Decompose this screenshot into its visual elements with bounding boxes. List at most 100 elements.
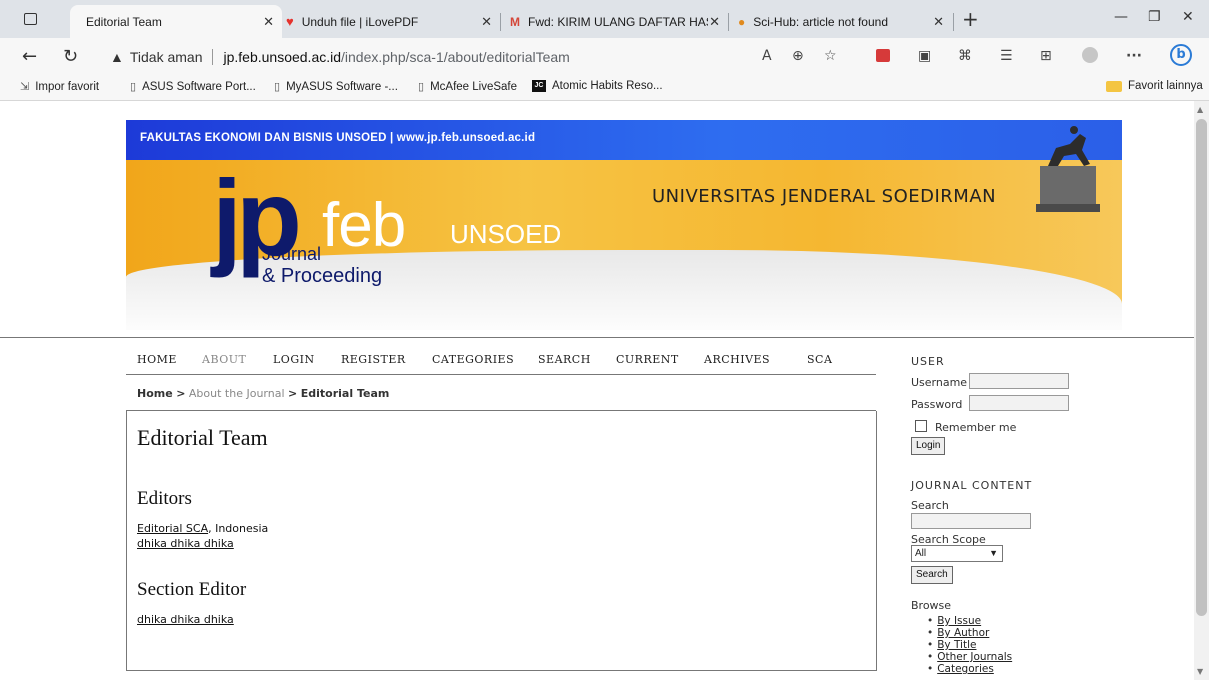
bookmark-mcafee[interactable]: ▯ McAfee LiveSafe xyxy=(418,80,517,94)
password-label: Password xyxy=(911,398,963,411)
refresh-icon[interactable]: ↻ xyxy=(63,46,78,67)
url-field[interactable]: ▲ Tidak aman jp.feb.unsoed.ac.id/index.p… xyxy=(110,44,866,70)
search-input[interactable] xyxy=(911,513,1031,529)
bookmark-atomic-habits[interactable]: JC Atomic Habits Reso... xyxy=(532,80,663,92)
person-link[interactable]: Editorial SCA xyxy=(137,522,208,535)
person-entry: dhika dhika dhika xyxy=(137,613,234,626)
scihub-icon: ● xyxy=(738,14,746,29)
breadcrumb-current[interactable]: Editorial Team xyxy=(301,387,390,400)
browse-by-title[interactable]: By Title xyxy=(937,639,976,651)
browse-by-issue[interactable]: By Issue xyxy=(937,615,981,627)
nav-categories[interactable]: CATEGORIES xyxy=(432,353,514,366)
tab-label: Sci-Hub: article not found xyxy=(753,14,888,29)
restore-icon[interactable]: ❐ xyxy=(1148,9,1161,25)
journal-banner: FAKULTAS EKONOMI DAN BISNIS UNSOED | www… xyxy=(126,120,1122,330)
bookmark-myasus[interactable]: ▯ MyASUS Software -... xyxy=(274,80,398,94)
person-affiliation: , Indonesia xyxy=(208,522,269,535)
extension-red-icon[interactable] xyxy=(876,49,890,62)
search-scope-select[interactable]: All ▼ xyxy=(911,545,1003,562)
banner-top-strip: FAKULTAS EKONOMI DAN BISNIS UNSOED | www… xyxy=(126,120,1122,160)
nav-about[interactable]: ABOUT xyxy=(202,353,246,366)
password-input[interactable] xyxy=(969,395,1069,411)
breadcrumb: Home > About the Journal > Editorial Tea… xyxy=(137,387,390,400)
tab-ilovepdf[interactable]: ♥ Unduh file | iLovePDF ✕ xyxy=(282,5,500,38)
nav-search[interactable]: SEARCH xyxy=(538,353,591,366)
url-domain: jp.feb.unsoed.ac.id xyxy=(223,49,342,65)
nav-sca[interactable]: SCA xyxy=(807,353,832,366)
favorite-icon[interactable]: ☆ xyxy=(824,48,837,64)
collections-add-icon[interactable]: ⊞ xyxy=(1040,48,1052,64)
breadcrumb-home[interactable]: Home xyxy=(137,387,173,400)
username-label: Username xyxy=(911,376,968,389)
nav-current[interactable]: CURRENT xyxy=(616,353,679,366)
page-icon: ▯ xyxy=(418,81,425,93)
nav-register[interactable]: REGISTER xyxy=(341,353,406,366)
close-icon[interactable]: ✕ xyxy=(481,14,492,30)
profile-avatar[interactable] xyxy=(1082,47,1098,63)
read-aloud-icon[interactable]: A xyxy=(762,48,772,64)
list-item: Other Journals xyxy=(927,651,1012,663)
search-button[interactable]: Search xyxy=(911,566,953,584)
nav-login[interactable]: LOGIN xyxy=(273,353,315,366)
minimize-icon[interactable]: — xyxy=(1114,9,1128,25)
browse-categories[interactable]: Categories xyxy=(937,663,994,675)
sidebar-journal-content-heading: JOURNAL CONTENT xyxy=(911,479,1033,492)
person-link[interactable]: dhika dhika dhika xyxy=(137,537,234,550)
bookmark-label: Favorit lainnya xyxy=(1128,80,1203,92)
person-link[interactable]: dhika dhika dhika xyxy=(137,613,234,626)
bookmark-import[interactable]: ⇲ Impor favorit xyxy=(20,80,99,94)
close-icon[interactable]: ✕ xyxy=(709,14,720,30)
scroll-down-icon[interactable]: ▼ xyxy=(1197,667,1203,676)
warning-icon: ▲ xyxy=(110,49,124,65)
person-entry: dhika dhika dhika xyxy=(137,537,234,550)
tab-label: Editorial Team xyxy=(86,14,162,29)
person-entry: Editorial SCA, Indonesia xyxy=(137,522,268,535)
logo-journal: Journal xyxy=(262,244,322,264)
browse-list: By Issue By Author By Title Other Journa… xyxy=(927,615,1012,675)
search-label: Search xyxy=(911,499,949,512)
list-item: By Title xyxy=(927,639,1012,651)
remember-me-label: Remember me xyxy=(935,421,1017,434)
extensions-icon[interactable]: ⌘ xyxy=(958,48,972,64)
nav-home[interactable]: HOME xyxy=(137,353,177,366)
scrollbar-thumb[interactable] xyxy=(1196,119,1207,616)
banner-top-text: FAKULTAS EKONOMI DAN BISNIS UNSOED | www… xyxy=(140,132,536,144)
bing-icon[interactable]: b xyxy=(1170,44,1192,66)
browse-by-author[interactable]: By Author xyxy=(937,627,989,639)
close-window-icon[interactable]: ✕ xyxy=(1182,9,1194,25)
back-icon[interactable]: ← xyxy=(22,46,37,67)
page-title: Editorial Team xyxy=(137,425,268,450)
close-icon[interactable]: ✕ xyxy=(263,14,274,30)
favorites-bar-icon[interactable]: ☰ xyxy=(1000,48,1013,64)
list-item: Categories xyxy=(927,663,1012,675)
bookmark-folder-other[interactable]: Favorit lainnya xyxy=(1106,80,1203,92)
remember-me-checkbox[interactable] xyxy=(915,420,927,432)
login-button[interactable]: Login xyxy=(911,437,946,455)
browse-label: Browse xyxy=(911,599,952,612)
username-input[interactable] xyxy=(969,373,1069,389)
browse-other-journals[interactable]: Other Journals xyxy=(937,651,1012,663)
bookmark-asus-portal[interactable]: ▯ ASUS Software Port... xyxy=(130,80,256,94)
tab-actions-icon[interactable] xyxy=(24,13,37,25)
tab-gmail[interactable]: M Fwd: KIRIM ULANG DAFTAR HAS ✕ xyxy=(502,5,728,38)
main-navigation: HOME ABOUT LOGIN REGISTER CATEGORIES SEA… xyxy=(126,350,876,375)
section-heading-section-editor: Section Editor xyxy=(137,579,247,600)
collections-icon[interactable]: ▣ xyxy=(918,48,931,64)
tab-editorial-team[interactable]: Editorial Team ✕ xyxy=(70,5,282,38)
jc-icon: JC xyxy=(532,80,546,92)
list-item: By Issue xyxy=(927,615,1012,627)
search-scope-value: All xyxy=(915,548,927,559)
nav-archives[interactable]: ARCHIVES xyxy=(704,353,770,366)
list-item: By Author xyxy=(927,627,1012,639)
tab-scihub[interactable]: ● Sci-Hub: article not found ✕ xyxy=(730,5,952,38)
more-icon[interactable]: ··· xyxy=(1126,48,1142,64)
new-tab-icon[interactable]: + xyxy=(962,7,979,31)
zoom-icon[interactable]: ⊕ xyxy=(792,48,804,64)
vertical-scrollbar[interactable]: ▲ ▼ xyxy=(1194,101,1209,680)
close-icon[interactable]: ✕ xyxy=(933,14,944,30)
security-label: Tidak aman xyxy=(129,49,203,65)
sidebar-user-heading: USER xyxy=(911,355,945,368)
page-icon: ▯ xyxy=(274,81,281,93)
breadcrumb-about[interactable]: About the Journal xyxy=(189,387,285,400)
scroll-up-icon[interactable]: ▲ xyxy=(1197,105,1203,114)
